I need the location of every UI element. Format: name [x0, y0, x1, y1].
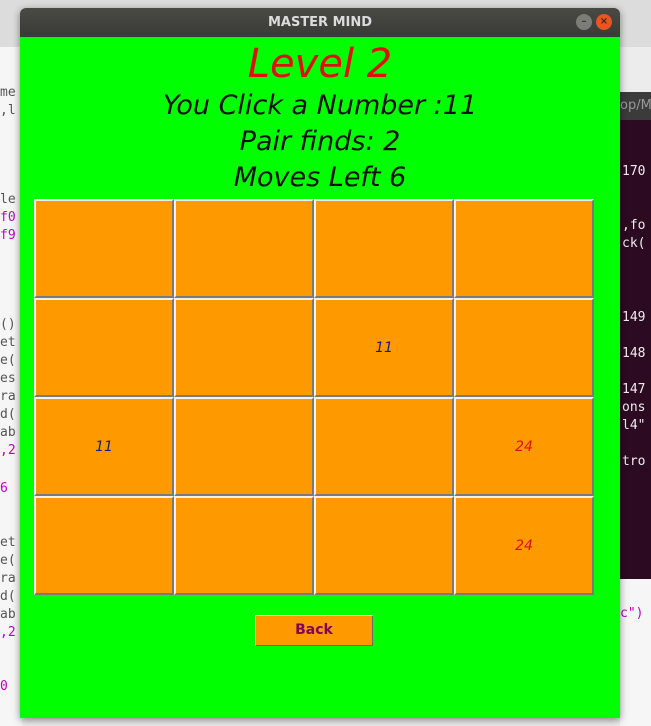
card-revealed[interactable]: 11: [34, 397, 174, 496]
card[interactable]: [34, 496, 174, 595]
card[interactable]: [314, 496, 454, 595]
code-fragment: e(: [0, 553, 16, 568]
code-fragment: ,2: [0, 625, 16, 640]
code-fragment: 6: [0, 481, 8, 496]
card[interactable]: [174, 496, 314, 595]
code-fragment: et: [0, 335, 16, 350]
level-title: Level 2: [247, 41, 393, 87]
card-matched[interactable]: 24: [454, 397, 594, 496]
terminal-fragment: l4": [622, 418, 646, 433]
terminal-fragment: 148: [622, 346, 646, 361]
code-fragment: ,2: [0, 443, 16, 458]
close-icon[interactable]: ×: [596, 14, 612, 30]
card[interactable]: [454, 298, 594, 397]
terminal-fragment: 149: [622, 310, 646, 325]
back-button[interactable]: Back: [255, 615, 373, 646]
game-window: MASTER MIND – × Level 2 You Click a Numb…: [20, 8, 620, 718]
clicked-number-label: You Click a Number :11: [162, 90, 478, 121]
window-titlebar[interactable]: MASTER MIND – ×: [20, 8, 620, 37]
card[interactable]: [454, 199, 594, 298]
card[interactable]: [314, 397, 454, 496]
card-grid: 11 11 24 24: [34, 199, 594, 595]
terminal-fragment: tro: [622, 454, 646, 469]
code-fragment: es: [0, 371, 16, 386]
code-fragment: ab: [0, 607, 16, 622]
code-fragment: et: [0, 535, 16, 550]
card[interactable]: [174, 397, 314, 496]
code-fragment: f9: [0, 228, 16, 243]
code-fragment: ra: [0, 389, 16, 404]
moves-left-label: Moves Left 6: [233, 162, 407, 193]
window-controls: – ×: [576, 14, 612, 30]
code-fragment: (): [0, 317, 16, 332]
code-fragment: 0: [0, 679, 8, 694]
code-fragment: me: [0, 85, 16, 100]
card[interactable]: [174, 199, 314, 298]
code-fragment: ab: [0, 425, 16, 440]
card[interactable]: [34, 199, 174, 298]
code-fragment: f0: [0, 210, 16, 225]
minimize-icon[interactable]: –: [576, 14, 592, 30]
terminal-titlebar: op/M: [620, 92, 651, 120]
card-revealed[interactable]: 11: [314, 298, 454, 397]
terminal-fragment: 170: [622, 164, 646, 179]
code-fragment: ra: [0, 571, 16, 586]
code-fragment: le: [0, 192, 16, 207]
pairs-found-label: Pair finds: 2: [239, 126, 401, 157]
card[interactable]: [174, 298, 314, 397]
card-matched[interactable]: 24: [454, 496, 594, 595]
terminal-fragment: ,fo: [622, 218, 646, 233]
terminal-fragment: ons: [622, 400, 646, 415]
card[interactable]: [314, 199, 454, 298]
terminal-title: op/M: [620, 98, 651, 113]
code-fragment: d(: [0, 589, 16, 604]
card[interactable]: [34, 298, 174, 397]
background-editor-right: c"): [620, 579, 651, 726]
terminal-fragment: 147: [622, 382, 646, 397]
window-title: MASTER MIND: [267, 15, 373, 30]
code-fragment: c"): [620, 606, 644, 621]
terminal-fragment: ck(: [622, 236, 646, 251]
game-board-area: Level 2 You Click a Number :11 Pair find…: [20, 37, 620, 718]
code-fragment: e(: [0, 353, 16, 368]
background-editor: me ,l le f0 f9 () et e( es ra d( ab ,2 6…: [0, 47, 22, 726]
code-fragment: d(: [0, 407, 16, 422]
background-terminal: 170 ,fo ck( 149 148 147 ons l4" tro: [620, 92, 651, 579]
code-fragment: ,l: [0, 103, 16, 118]
